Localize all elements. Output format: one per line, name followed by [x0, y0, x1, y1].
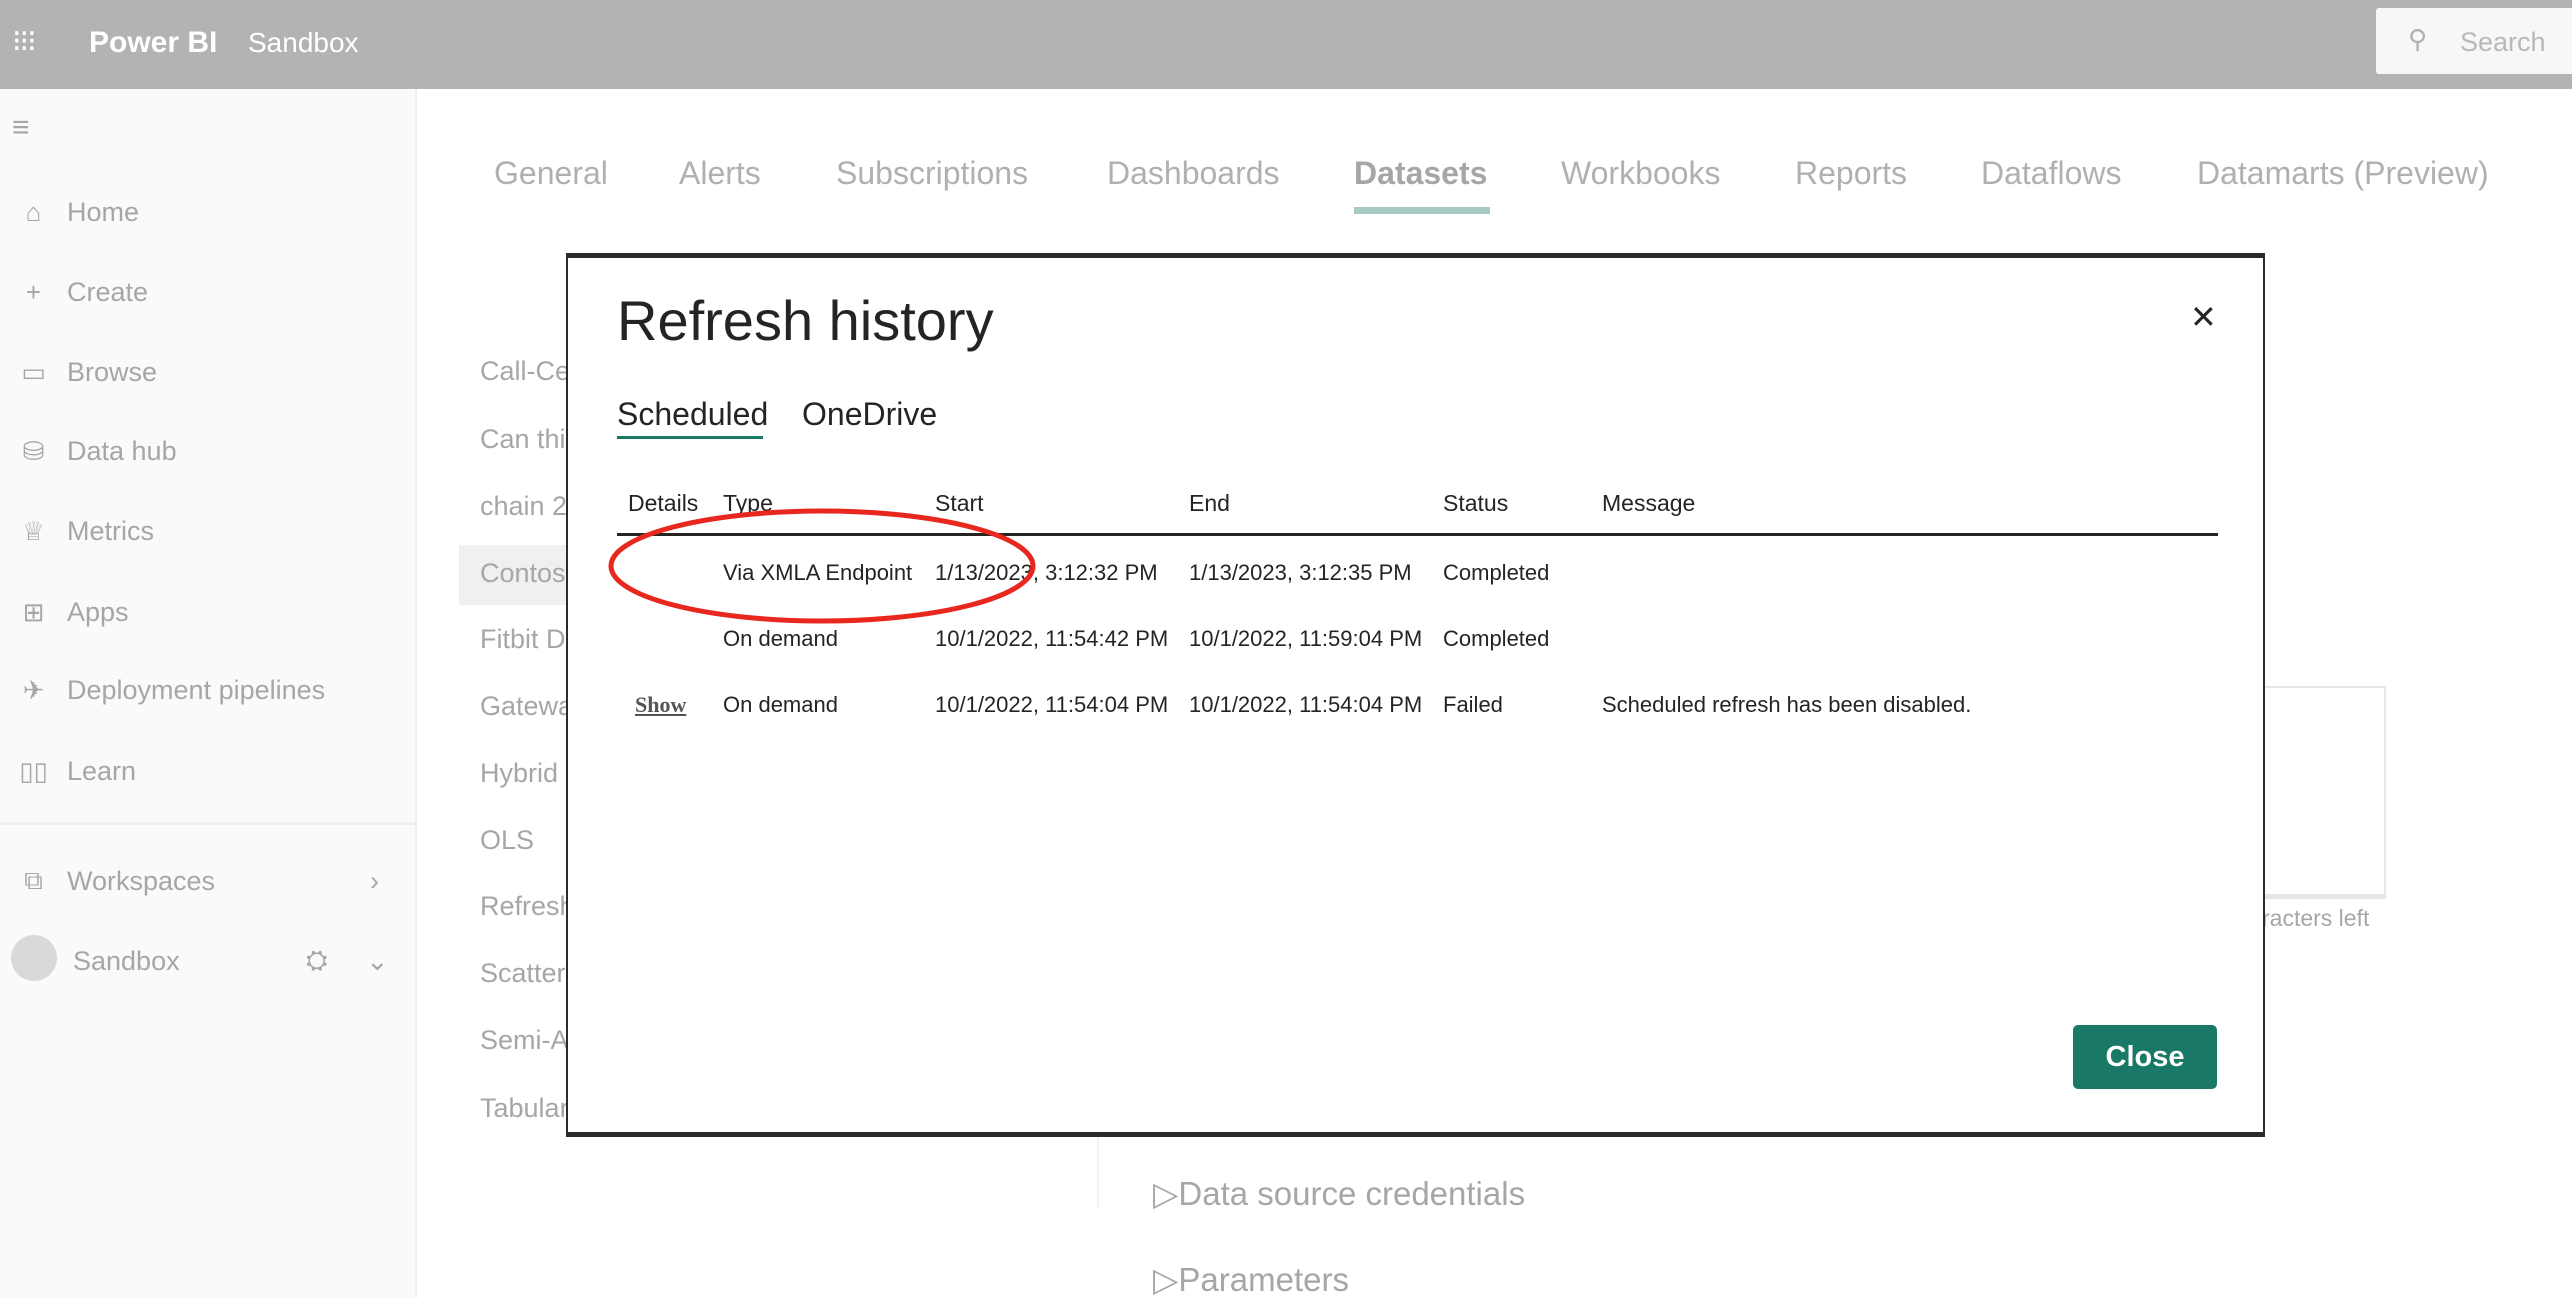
- sidebar-item-learn[interactable]: ▯▯ Learn: [0, 741, 417, 801]
- tab-reports[interactable]: Reports: [1795, 155, 1907, 192]
- annotation-ellipse: [608, 508, 1036, 624]
- book-icon: ▯▯: [19, 755, 48, 786]
- list-item[interactable]: chain 2: [480, 491, 567, 522]
- sidebar-item-home[interactable]: ⌂ Home: [0, 182, 417, 242]
- list-item[interactable]: Can thi: [480, 424, 566, 455]
- characters-left-label: racters left: [2262, 905, 2370, 931]
- list-item[interactable]: Scatter: [480, 958, 566, 989]
- sidebar-item-create[interactable]: + Create: [0, 262, 417, 322]
- list-item[interactable]: Refresh: [480, 891, 575, 922]
- chevron-down-icon: ⌄: [366, 945, 389, 976]
- app-launcher-icon[interactable]: ⁝⁝⁝: [12, 24, 37, 59]
- premium-icon: ⛭: [306, 945, 328, 975]
- search-placeholder: Search: [2460, 27, 2546, 57]
- sidebar-item-metrics[interactable]: ♕ Metrics: [0, 501, 417, 561]
- list-item[interactable]: Contos: [480, 558, 566, 589]
- chevron-right-icon: ›: [370, 865, 379, 896]
- plus-icon: +: [25, 276, 42, 307]
- section-parameters[interactable]: ▷Parameters: [1153, 1260, 1349, 1299]
- sidebar-item-browse[interactable]: ▭ Browse: [0, 342, 417, 402]
- home-icon: ⌂: [25, 196, 42, 227]
- tab-alerts[interactable]: Alerts: [679, 155, 761, 192]
- tab-datamarts[interactable]: Datamarts (Preview): [2197, 155, 2489, 192]
- trophy-icon: ♕: [21, 515, 46, 546]
- list-item[interactable]: Gatewa: [480, 691, 573, 722]
- tab-general[interactable]: General: [494, 155, 608, 192]
- sidebar: ≡ ⌂ Home + Create ▭ Browse ⛁ Data hub ♕ Metri…: [0, 89, 417, 1298]
- red-highlight-circle: [608, 508, 1036, 624]
- avatar: [0, 934, 67, 988]
- list-item[interactable]: Hybrid: [480, 758, 558, 789]
- rocket-icon: ✈: [22, 674, 45, 705]
- triangle-right-icon: ▷: [1153, 1175, 1179, 1212]
- search-box[interactable]: ⚲ Search: [2376, 8, 2572, 74]
- workspaces-icon: ⧉: [24, 865, 43, 895]
- sidebar-item-deployment-pipelines[interactable]: ✈ Deployment pipelines: [0, 660, 417, 720]
- section-data-source-credentials[interactable]: ▷Data source credentials: [1153, 1174, 1525, 1213]
- top-bar: ⁝⁝⁝ Power BI Sandbox ⚲ Search: [0, 0, 2572, 89]
- app-name[interactable]: Power BI: [89, 26, 217, 60]
- sidebar-item-apps[interactable]: ⊞ Apps: [0, 582, 417, 642]
- hamburger-icon[interactable]: ≡: [12, 111, 30, 145]
- list-item[interactable]: Semi-A: [480, 1025, 569, 1056]
- refresh-history-dialog: Refresh history ✕ Scheduled OneDrive Det…: [566, 253, 2265, 1137]
- triangle-right-icon: ▷: [1153, 1261, 1179, 1298]
- workspace-name: Sandbox: [248, 27, 359, 58]
- list-item[interactable]: OLS: [480, 825, 534, 856]
- active-tab-indicator: [1354, 207, 1490, 214]
- list-item[interactable]: Fitbit D: [480, 624, 566, 655]
- database-icon: ⛁: [22, 435, 45, 466]
- sidebar-item-data-hub[interactable]: ⛁ Data hub: [0, 421, 417, 481]
- sidebar-divider: [0, 822, 415, 825]
- tab-subscriptions[interactable]: Subscriptions: [836, 155, 1028, 192]
- folder-icon: ▭: [21, 356, 46, 387]
- tab-datasets[interactable]: Datasets: [1354, 155, 1487, 192]
- list-item[interactable]: Call-Ce: [480, 356, 570, 387]
- tab-dataflows[interactable]: Dataflows: [1981, 155, 2122, 192]
- sidebar-item-sandbox[interactable]: Sandbox ⛭ ⌄: [0, 931, 417, 991]
- apps-icon: ⊞: [22, 596, 45, 627]
- sidebar-item-workspaces[interactable]: ⧉ Workspaces ›: [0, 851, 417, 911]
- tab-workbooks[interactable]: Workbooks: [1561, 155, 1720, 192]
- search-icon: ⚲: [2408, 24, 2428, 54]
- column-divider: [1097, 1137, 1099, 1207]
- tab-dashboards[interactable]: Dashboards: [1107, 155, 1280, 192]
- list-item[interactable]: Tabular: [480, 1093, 569, 1124]
